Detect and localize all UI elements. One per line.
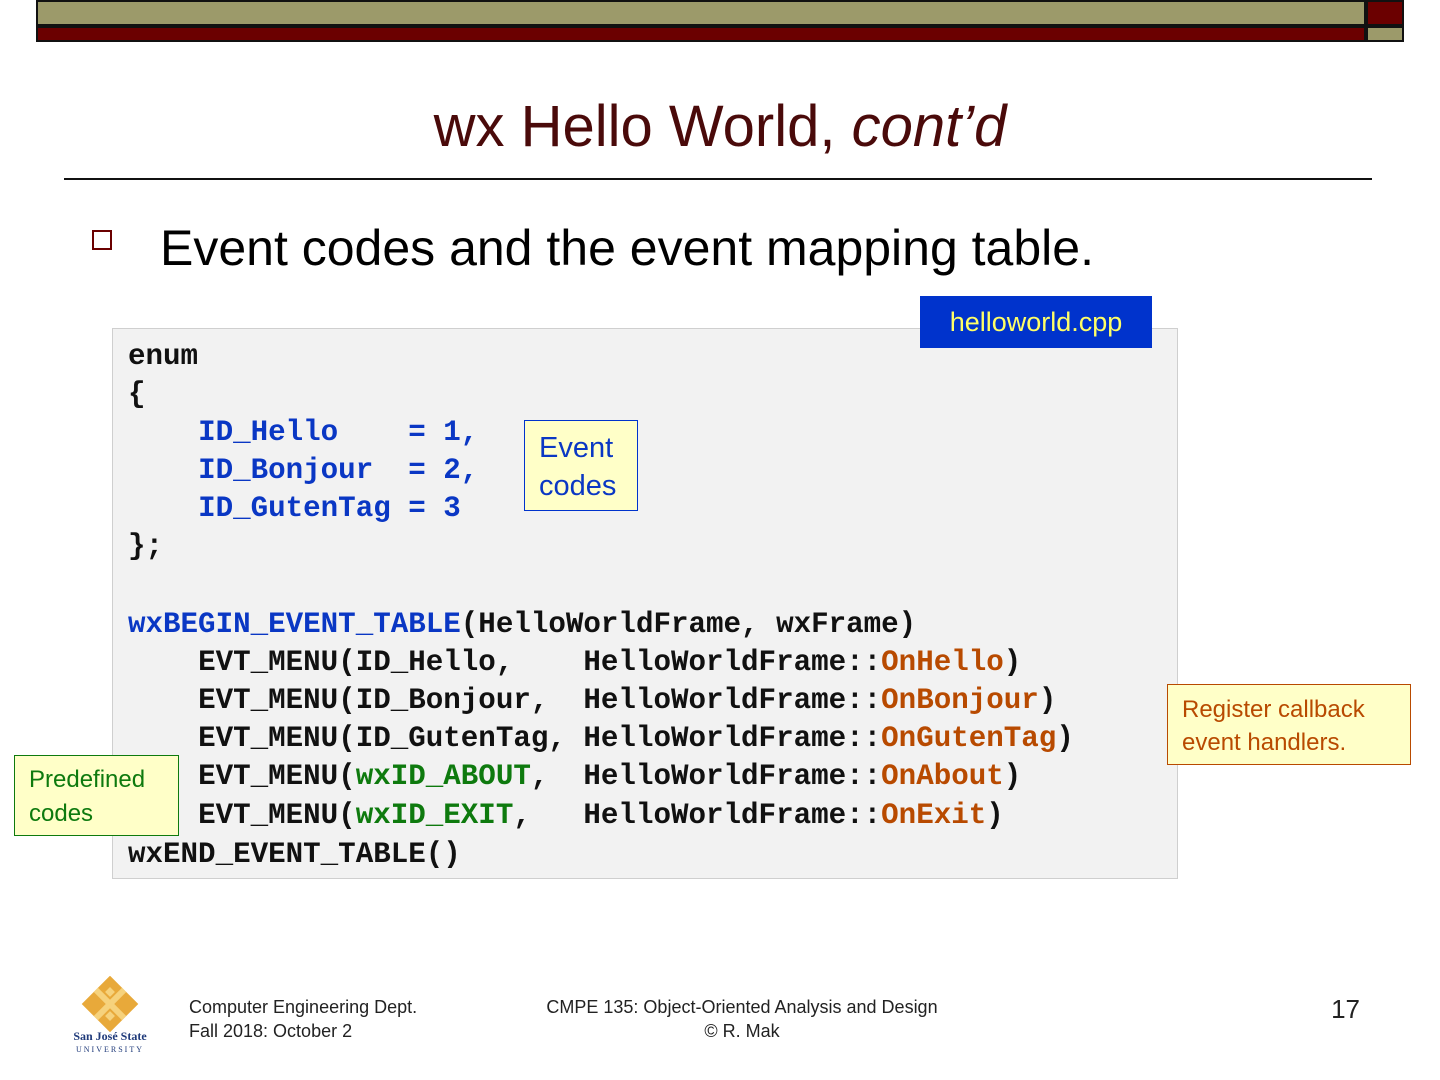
predefined-wxid-exit: wxID_EXIT bbox=[355, 799, 514, 832]
handler-onabout: OnAbout bbox=[881, 760, 1004, 793]
title-divider bbox=[64, 178, 1372, 180]
predefined-callout-line-2: codes bbox=[29, 800, 94, 827]
enum-id-hello: ID_Hello = 1, bbox=[198, 416, 479, 449]
register-callout-line-1: Register callback bbox=[1182, 696, 1365, 723]
header-bar-red bbox=[36, 26, 1366, 42]
enum-id-gutentag: ID_GutenTag = 3 bbox=[198, 492, 461, 525]
bullet-text: Event codes and the event mapping table. bbox=[160, 220, 1094, 276]
header-square-olive bbox=[1366, 26, 1404, 42]
code-line-5: ID_GutenTag = 3 bbox=[128, 490, 461, 528]
event-codes-callout-line-2: codes bbox=[539, 470, 617, 502]
title-italic-text: cont’d bbox=[851, 94, 1007, 159]
code-line-13: EVT_MENU(wxID_EXIT, HelloWorldFrame::OnE… bbox=[198, 799, 1004, 832]
code-line-14: wxEND_EVENT_TABLE() bbox=[128, 838, 461, 871]
predefined-wxid-about: wxID_ABOUT bbox=[355, 760, 531, 793]
handler-onexit: OnExit bbox=[881, 799, 987, 832]
register-callback-callout: Register callback event handlers. bbox=[1167, 684, 1411, 765]
code-line-1: enum bbox=[128, 340, 199, 373]
logo-text-university: UNIVERSITY bbox=[76, 1045, 144, 1054]
slide-title: wx Hello World, cont’d bbox=[0, 92, 1440, 162]
code-line-6: }; bbox=[128, 530, 164, 563]
file-name-tag: helloworld.cpp bbox=[920, 296, 1152, 348]
code-line-4: ID_Bonjour = 2, bbox=[128, 452, 478, 490]
page-number: 17 bbox=[1331, 994, 1360, 1024]
code-line-3: ID_Hello = 1, bbox=[128, 414, 478, 452]
code-line-10: EVT_MENU(ID_Bonjour, HelloWorldFrame::On… bbox=[198, 684, 1057, 717]
footer-course: CMPE 135: Object-Oriented Analysis and D… bbox=[500, 995, 984, 1043]
footer-author-text: © R. Mak bbox=[704, 1021, 780, 1041]
enum-id-bonjour: ID_Bonjour = 2, bbox=[198, 454, 479, 487]
predefined-callout-line-1: Predefined bbox=[29, 766, 146, 793]
code-line-8: wxBEGIN_EVENT_TABLE(HelloWorldFrame, wxF… bbox=[128, 608, 917, 641]
title-main-text: wx Hello World, bbox=[433, 94, 852, 159]
handler-onhello: OnHello bbox=[881, 646, 1004, 679]
footer-course-text: CMPE 135: Object-Oriented Analysis and D… bbox=[546, 997, 938, 1017]
code-line-12: EVT_MENU(wxID_ABOUT, HelloWorldFrame::On… bbox=[198, 760, 1022, 793]
header-bar-olive bbox=[36, 0, 1366, 26]
sjsu-logo: San José State UNIVERSITY bbox=[73, 976, 147, 1054]
register-callout-line-2: event handlers. bbox=[1182, 729, 1347, 756]
code-line-2: { bbox=[128, 378, 146, 411]
header-square-red bbox=[1366, 0, 1404, 26]
bullet-square-icon bbox=[92, 230, 112, 250]
begin-event-table-macro: wxBEGIN_EVENT_TABLE bbox=[128, 608, 461, 641]
event-codes-callout-line-1: Event bbox=[539, 432, 614, 464]
event-codes-callout: Event codes bbox=[524, 420, 638, 511]
code-line-9: EVT_MENU(ID_Hello, HelloWorldFrame::OnHe… bbox=[198, 646, 1022, 679]
footer-dept-text: Computer Engineering Dept. bbox=[189, 997, 418, 1017]
footer-department: Computer Engineering Dept. Fall 2018: Oc… bbox=[189, 995, 417, 1043]
predefined-codes-callout: Predefined codes bbox=[14, 755, 179, 836]
code-line-11: EVT_MENU(ID_GutenTag, HelloWorldFrame::O… bbox=[198, 722, 1074, 755]
footer-date-text: Fall 2018: October 2 bbox=[189, 1021, 353, 1041]
logo-text-name: San José State bbox=[73, 1029, 147, 1043]
handler-onbonjour: OnBonjour bbox=[881, 684, 1039, 717]
handler-ongutentag: OnGutenTag bbox=[881, 722, 1057, 755]
